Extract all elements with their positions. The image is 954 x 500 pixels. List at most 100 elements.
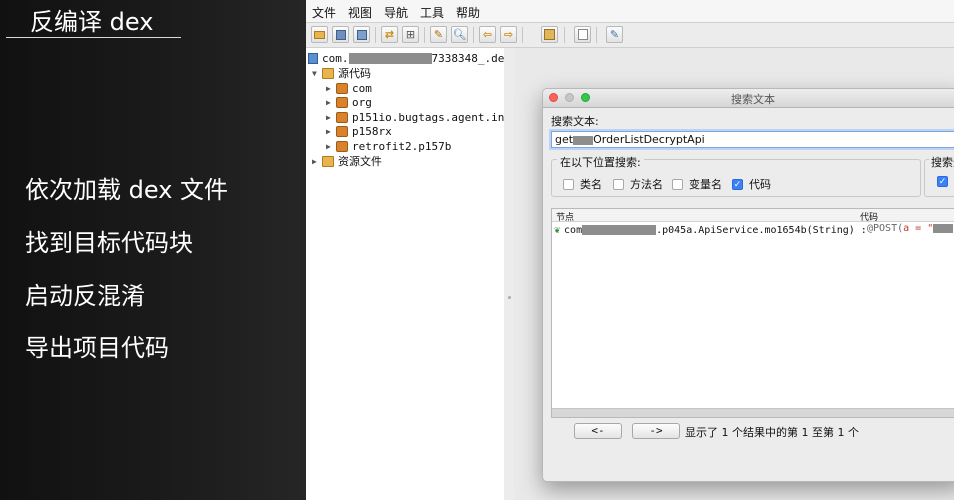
forward-icon[interactable]: ⇨: [500, 26, 517, 43]
toolbar-separator: [596, 27, 597, 43]
checkbox-label: 方法名: [630, 178, 663, 191]
dialog-title: 搜索文本: [731, 93, 775, 106]
column-node[interactable]: 节点: [556, 210, 574, 223]
result-node-suffix: .p045a.ApiService.mo1654b(String): [656, 224, 855, 236]
package-label: p158rx: [352, 124, 392, 138]
results-status: 显示了 1 个结果中的第 1 至第 1 个: [685, 426, 859, 439]
search-text-dialog: 搜索文本 搜索文本: get OrderListDecryptApi 在以下位置搜…: [542, 88, 954, 482]
column-code[interactable]: 代码: [860, 210, 878, 223]
package-icon: [336, 111, 348, 123]
results-table: 节点 代码 ❦ com .p045a.ApiService.mo1654b(St…: [551, 208, 954, 418]
redacted-block: [582, 225, 657, 235]
folder-icon: [322, 155, 334, 167]
text-search-icon[interactable]: ✎: [430, 26, 447, 43]
save-all-icon[interactable]: [332, 26, 349, 43]
collapsed-arrow-icon[interactable]: ▶: [326, 127, 336, 136]
collapsed-arrow-icon[interactable]: ▶: [326, 113, 336, 122]
menu-bar: 文件 视图 导航 工具 帮助: [306, 0, 954, 23]
toolbar-separator: [375, 27, 376, 43]
tree-package-rx[interactable]: ▶ p158rx: [326, 124, 392, 138]
result-node-prefix: com: [564, 224, 583, 236]
decompiler-window: 文件 视图 导航 工具 帮助 ⇄ ⊞ ✎ 🔍︎ ⇦ ⇨ ✎ com. 73383…: [306, 0, 954, 500]
menu-tools[interactable]: 工具: [420, 4, 444, 21]
search-scope-label: 在以下位置搜索:: [557, 154, 644, 170]
search-value-suffix: OrderListDecryptApi: [593, 133, 705, 146]
checkbox-label: 类名: [580, 178, 602, 191]
log-viewer-icon[interactable]: [574, 26, 591, 43]
menu-help[interactable]: 帮助: [456, 4, 480, 21]
code-checkbox[interactable]: ✓ 代码: [732, 176, 771, 192]
search-value-prefix: get: [555, 133, 574, 146]
tree-package-org[interactable]: ▶ org: [326, 95, 372, 109]
search-options-label: 搜索选项: [929, 154, 954, 170]
save-icon[interactable]: [353, 26, 370, 43]
expanded-arrow-icon[interactable]: ▼: [312, 69, 322, 78]
horizontal-scrollbar[interactable]: [552, 408, 954, 417]
redacted-block: [573, 135, 594, 145]
checkbox-box[interactable]: [672, 178, 683, 190]
resource-folder-label: 资源文件: [338, 155, 382, 168]
panel-splitter[interactable]: [504, 48, 514, 500]
collapsed-arrow-icon[interactable]: ▶: [326, 142, 336, 151]
collapsed-arrow-icon[interactable]: ▶: [326, 98, 336, 107]
menu-view[interactable]: 视图: [348, 4, 372, 21]
tree-package-retrofit[interactable]: ▶ retrofit2.p157b: [326, 139, 451, 153]
menu-navigate[interactable]: 导航: [384, 4, 408, 21]
tree-resource-folder[interactable]: ▶ 资源文件: [312, 154, 382, 168]
package-icon: [336, 82, 348, 94]
method-icon: ❦: [554, 224, 561, 236]
tree-root-label-suffix: 7338348_.dex: [431, 51, 505, 65]
toolbar: ⇄ ⊞ ✎ 🔍︎ ⇦ ⇨ ✎: [306, 23, 954, 48]
step-3: 启动反混淆: [25, 282, 145, 310]
class-name-checkbox[interactable]: 类名: [563, 176, 602, 192]
search-input[interactable]: get OrderListDecryptApi: [551, 131, 954, 148]
class-search-icon[interactable]: 🔍︎: [451, 26, 468, 43]
menu-file[interactable]: 文件: [312, 4, 336, 21]
open-file-icon[interactable]: [311, 26, 328, 43]
package-label: com: [352, 81, 372, 95]
next-button[interactable]: ->: [632, 423, 680, 439]
collapsed-arrow-icon[interactable]: ▶: [312, 157, 322, 166]
variable-name-checkbox[interactable]: 变量名: [672, 176, 722, 192]
toolbar-separator: [473, 27, 474, 43]
checkmark-icon[interactable]: ✓: [937, 176, 948, 187]
result-separator: :: [860, 224, 867, 236]
step-1: 依次加载 dex 文件: [25, 176, 229, 204]
collapsed-arrow-icon[interactable]: ▶: [326, 84, 336, 93]
checkbox-box[interactable]: [613, 178, 624, 190]
checkmark-icon[interactable]: ✓: [732, 178, 743, 190]
tree-package-bugtags[interactable]: ▶ p151io.bugtags.agent.ins: [326, 110, 505, 124]
method-name-checkbox[interactable]: 方法名: [613, 176, 663, 192]
deobfuscation-icon[interactable]: [541, 26, 558, 43]
checkbox-label: 变量名: [689, 178, 722, 191]
tree-source-folder[interactable]: ▼ 源代码: [312, 66, 371, 80]
checkbox-box[interactable]: [563, 178, 574, 190]
splitter-handle[interactable]: [508, 296, 511, 299]
file-tree: com. 7338348_.dex ▼ 源代码 ▶ com ▶ org ▶ p1…: [306, 48, 505, 500]
dialog-titlebar: 搜索文本: [543, 89, 954, 108]
toolbar-separator: [522, 27, 523, 43]
search-label: 搜索文本:: [551, 115, 599, 128]
code-annotation: @POST(: [867, 223, 904, 234]
toolbar-separator: [424, 27, 425, 43]
package-label: org: [352, 95, 372, 109]
tree-root[interactable]: com. 7338348_.dex: [308, 51, 505, 65]
previous-button[interactable]: <-: [574, 423, 622, 439]
preferences-icon[interactable]: ✎: [606, 26, 623, 43]
code-assignment: a = ": [903, 223, 934, 234]
toolbar-separator: [564, 27, 565, 43]
sync-icon[interactable]: ⇄: [381, 26, 398, 43]
tree-package-com[interactable]: ▶ com: [326, 81, 372, 95]
package-label: p151io.bugtags.agent.ins: [352, 110, 505, 124]
package-icon: [336, 140, 348, 152]
redacted-block: [348, 52, 432, 64]
title-divider: [6, 37, 181, 38]
package-icon: [336, 96, 348, 108]
back-icon[interactable]: ⇦: [479, 26, 496, 43]
results-header: 节点 代码: [552, 209, 954, 223]
result-code: @POST(a = "s: [867, 223, 954, 234]
folder-open-icon: [322, 67, 334, 79]
package-label: retrofit2.p157b: [352, 139, 452, 153]
tree-flatten-icon[interactable]: ⊞: [402, 26, 419, 43]
step-4: 导出项目代码: [25, 334, 169, 362]
